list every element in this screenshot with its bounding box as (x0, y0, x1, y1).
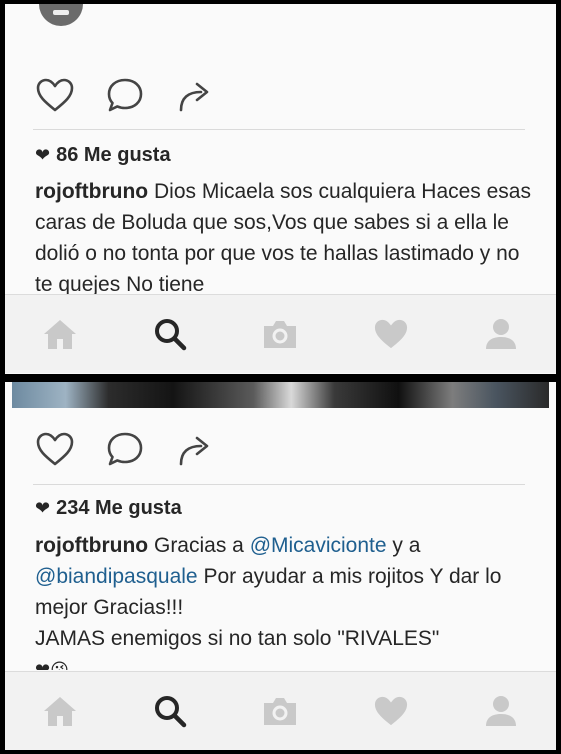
avatar[interactable] (39, 4, 83, 26)
camera-icon (264, 698, 297, 725)
post-actions (35, 426, 225, 472)
likes-count[interactable]: ❤ 234 Me gusta (35, 497, 182, 520)
tab-activity[interactable] (361, 304, 421, 364)
share-button[interactable] (175, 426, 225, 472)
tab-profile[interactable] (471, 681, 531, 741)
like-button[interactable] (35, 72, 85, 118)
tab-search[interactable] (140, 681, 200, 741)
tab-profile[interactable] (471, 304, 531, 364)
caption-emoji: ❤😘 (35, 660, 69, 670)
caption-text: y a (386, 534, 421, 557)
caption-text: Gracias a (153, 534, 250, 557)
comment-button[interactable] (105, 72, 155, 118)
post-screen-2: ❤ 234 Me gusta rojoftbruno Gracias a @Mi… (5, 382, 556, 750)
like-button[interactable] (35, 426, 85, 472)
comment-bubble-icon (107, 432, 143, 466)
small-heart-icon: ❤ (35, 145, 51, 165)
caption-username[interactable]: rojoftbruno (35, 534, 148, 557)
home-icon (44, 320, 77, 349)
tab-home[interactable] (30, 681, 90, 741)
comment-bubble-icon (107, 78, 143, 112)
post-caption: rojoftbruno Gracias a @Micavicionte y a … (35, 530, 540, 670)
profile-icon (485, 319, 516, 349)
activity-heart-icon (374, 696, 407, 726)
search-icon (155, 319, 187, 351)
likes-text: 86 Me gusta (56, 144, 171, 166)
activity-heart-icon (374, 319, 407, 349)
post-actions (35, 72, 225, 118)
share-arrow-icon (179, 82, 209, 112)
caption-text: JAMAS enemigos si no tan solo "RIVALES" (35, 627, 440, 650)
post-screen-1: ❤ 86 Me gusta rojoftbruno Dios Micaela s… (5, 4, 556, 374)
tab-home[interactable] (30, 304, 90, 364)
small-heart-icon: ❤ (35, 498, 51, 518)
bottom-tab-bar (5, 294, 556, 373)
bottom-tab-bar (5, 671, 556, 750)
mention-link[interactable]: @Micavicionte (250, 534, 387, 557)
likes-text: 234 Me gusta (56, 497, 182, 519)
comment-button[interactable] (105, 426, 155, 472)
search-icon (155, 696, 187, 728)
share-arrow-icon (179, 436, 209, 466)
post-image[interactable] (12, 382, 549, 408)
home-icon (44, 697, 77, 726)
share-button[interactable] (175, 72, 225, 118)
tab-activity[interactable] (361, 681, 421, 741)
heart-outline-icon (36, 432, 74, 466)
divider (33, 129, 525, 130)
profile-icon (485, 696, 516, 726)
tab-search[interactable] (140, 304, 200, 364)
post-caption: rojoftbruno Dios Micaela sos cualquiera … (35, 176, 540, 294)
caption-username[interactable]: rojoftbruno (35, 180, 148, 203)
tab-camera[interactable] (250, 681, 310, 741)
heart-outline-icon (36, 78, 74, 112)
divider (33, 484, 525, 485)
camera-icon (264, 321, 297, 348)
likes-count[interactable]: ❤ 86 Me gusta (35, 144, 171, 167)
tab-camera[interactable] (250, 304, 310, 364)
mention-link[interactable]: @biandipasquale (35, 565, 198, 588)
